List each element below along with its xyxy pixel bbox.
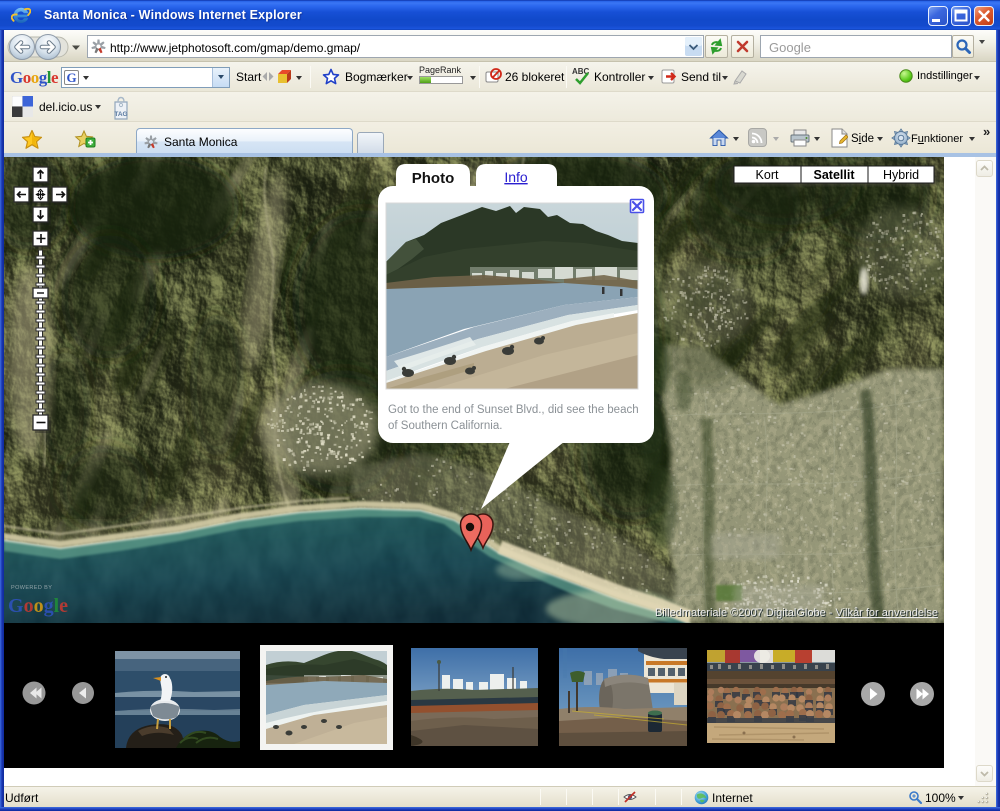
svg-text:Hybrid: Hybrid bbox=[883, 168, 919, 182]
svg-text:Kort: Kort bbox=[756, 168, 779, 182]
svg-text:Photo: Photo bbox=[412, 170, 455, 187]
svg-text:Info: Info bbox=[504, 169, 528, 185]
svg-text:Satellit: Satellit bbox=[814, 168, 856, 182]
svg-text:Got to the end of Sunset Blvd.: Got to the end of Sunset Blvd., did see … bbox=[388, 404, 639, 416]
svg-text:of Southern California.: of Southern California. bbox=[388, 420, 502, 432]
svg-text:Google: Google bbox=[8, 595, 68, 617]
svg-text:Billedmateriale ©2007 DigitalG: Billedmateriale ©2007 DigitalGlobe - Vil… bbox=[655, 607, 938, 619]
svg-text:POWERED BY: POWERED BY bbox=[11, 585, 52, 591]
svg-text:TAG: TAG bbox=[114, 111, 127, 118]
